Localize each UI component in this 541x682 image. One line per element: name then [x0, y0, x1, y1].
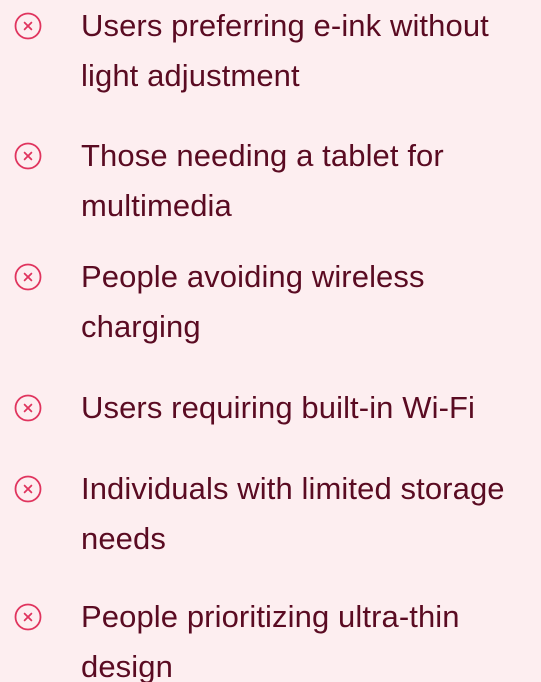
circle-x-icon — [14, 603, 42, 631]
list-item-label: People avoiding wireless charging — [81, 259, 425, 344]
circle-x-icon — [14, 475, 42, 503]
list-item-label: People prioritizing ultra-thin design — [81, 599, 460, 682]
list-item-label: Individuals with limited storage needs — [81, 471, 505, 556]
circle-x-icon — [14, 142, 42, 170]
circle-x-icon — [14, 263, 42, 291]
not-for-list: Users preferring e-ink without light adj… — [0, 0, 541, 682]
circle-x-icon — [14, 394, 42, 422]
list-item-label: Users preferring e-ink without light adj… — [81, 8, 489, 93]
circle-x-icon — [14, 12, 42, 40]
list-item-label: Those needing a tablet for multimedia — [81, 138, 444, 223]
list-item-label: Users requiring built-in Wi-Fi — [81, 390, 476, 425]
